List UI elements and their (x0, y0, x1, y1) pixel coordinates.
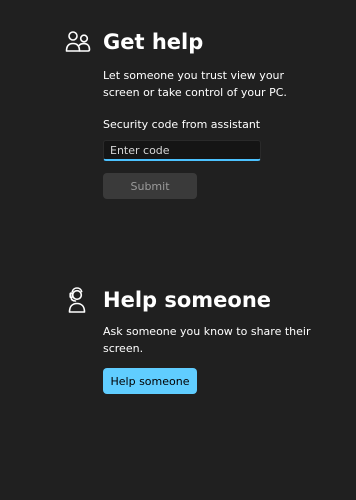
help-someone-title: Help someone (103, 288, 272, 312)
person-helper-icon (64, 286, 92, 314)
help-someone-heading: Help someone (64, 286, 271, 314)
help-someone-description: Ask someone you know to share their scre… (103, 325, 311, 355)
security-code-input[interactable] (103, 140, 261, 161)
submit-button[interactable]: Submit (103, 173, 197, 199)
people-icon (64, 28, 92, 56)
get-help-section: Get help Let someone you trust view your… (0, 0, 356, 230)
get-help-heading: Get help (64, 28, 203, 56)
help-someone-button[interactable]: Help someone (103, 368, 197, 394)
help-someone-section: Help someone Ask someone you know to sha… (0, 280, 356, 420)
security-code-label: Security code from assistant (103, 118, 261, 131)
get-help-description: Let someone you trust view your screen o… (103, 69, 287, 99)
get-help-title: Get help (103, 30, 204, 54)
